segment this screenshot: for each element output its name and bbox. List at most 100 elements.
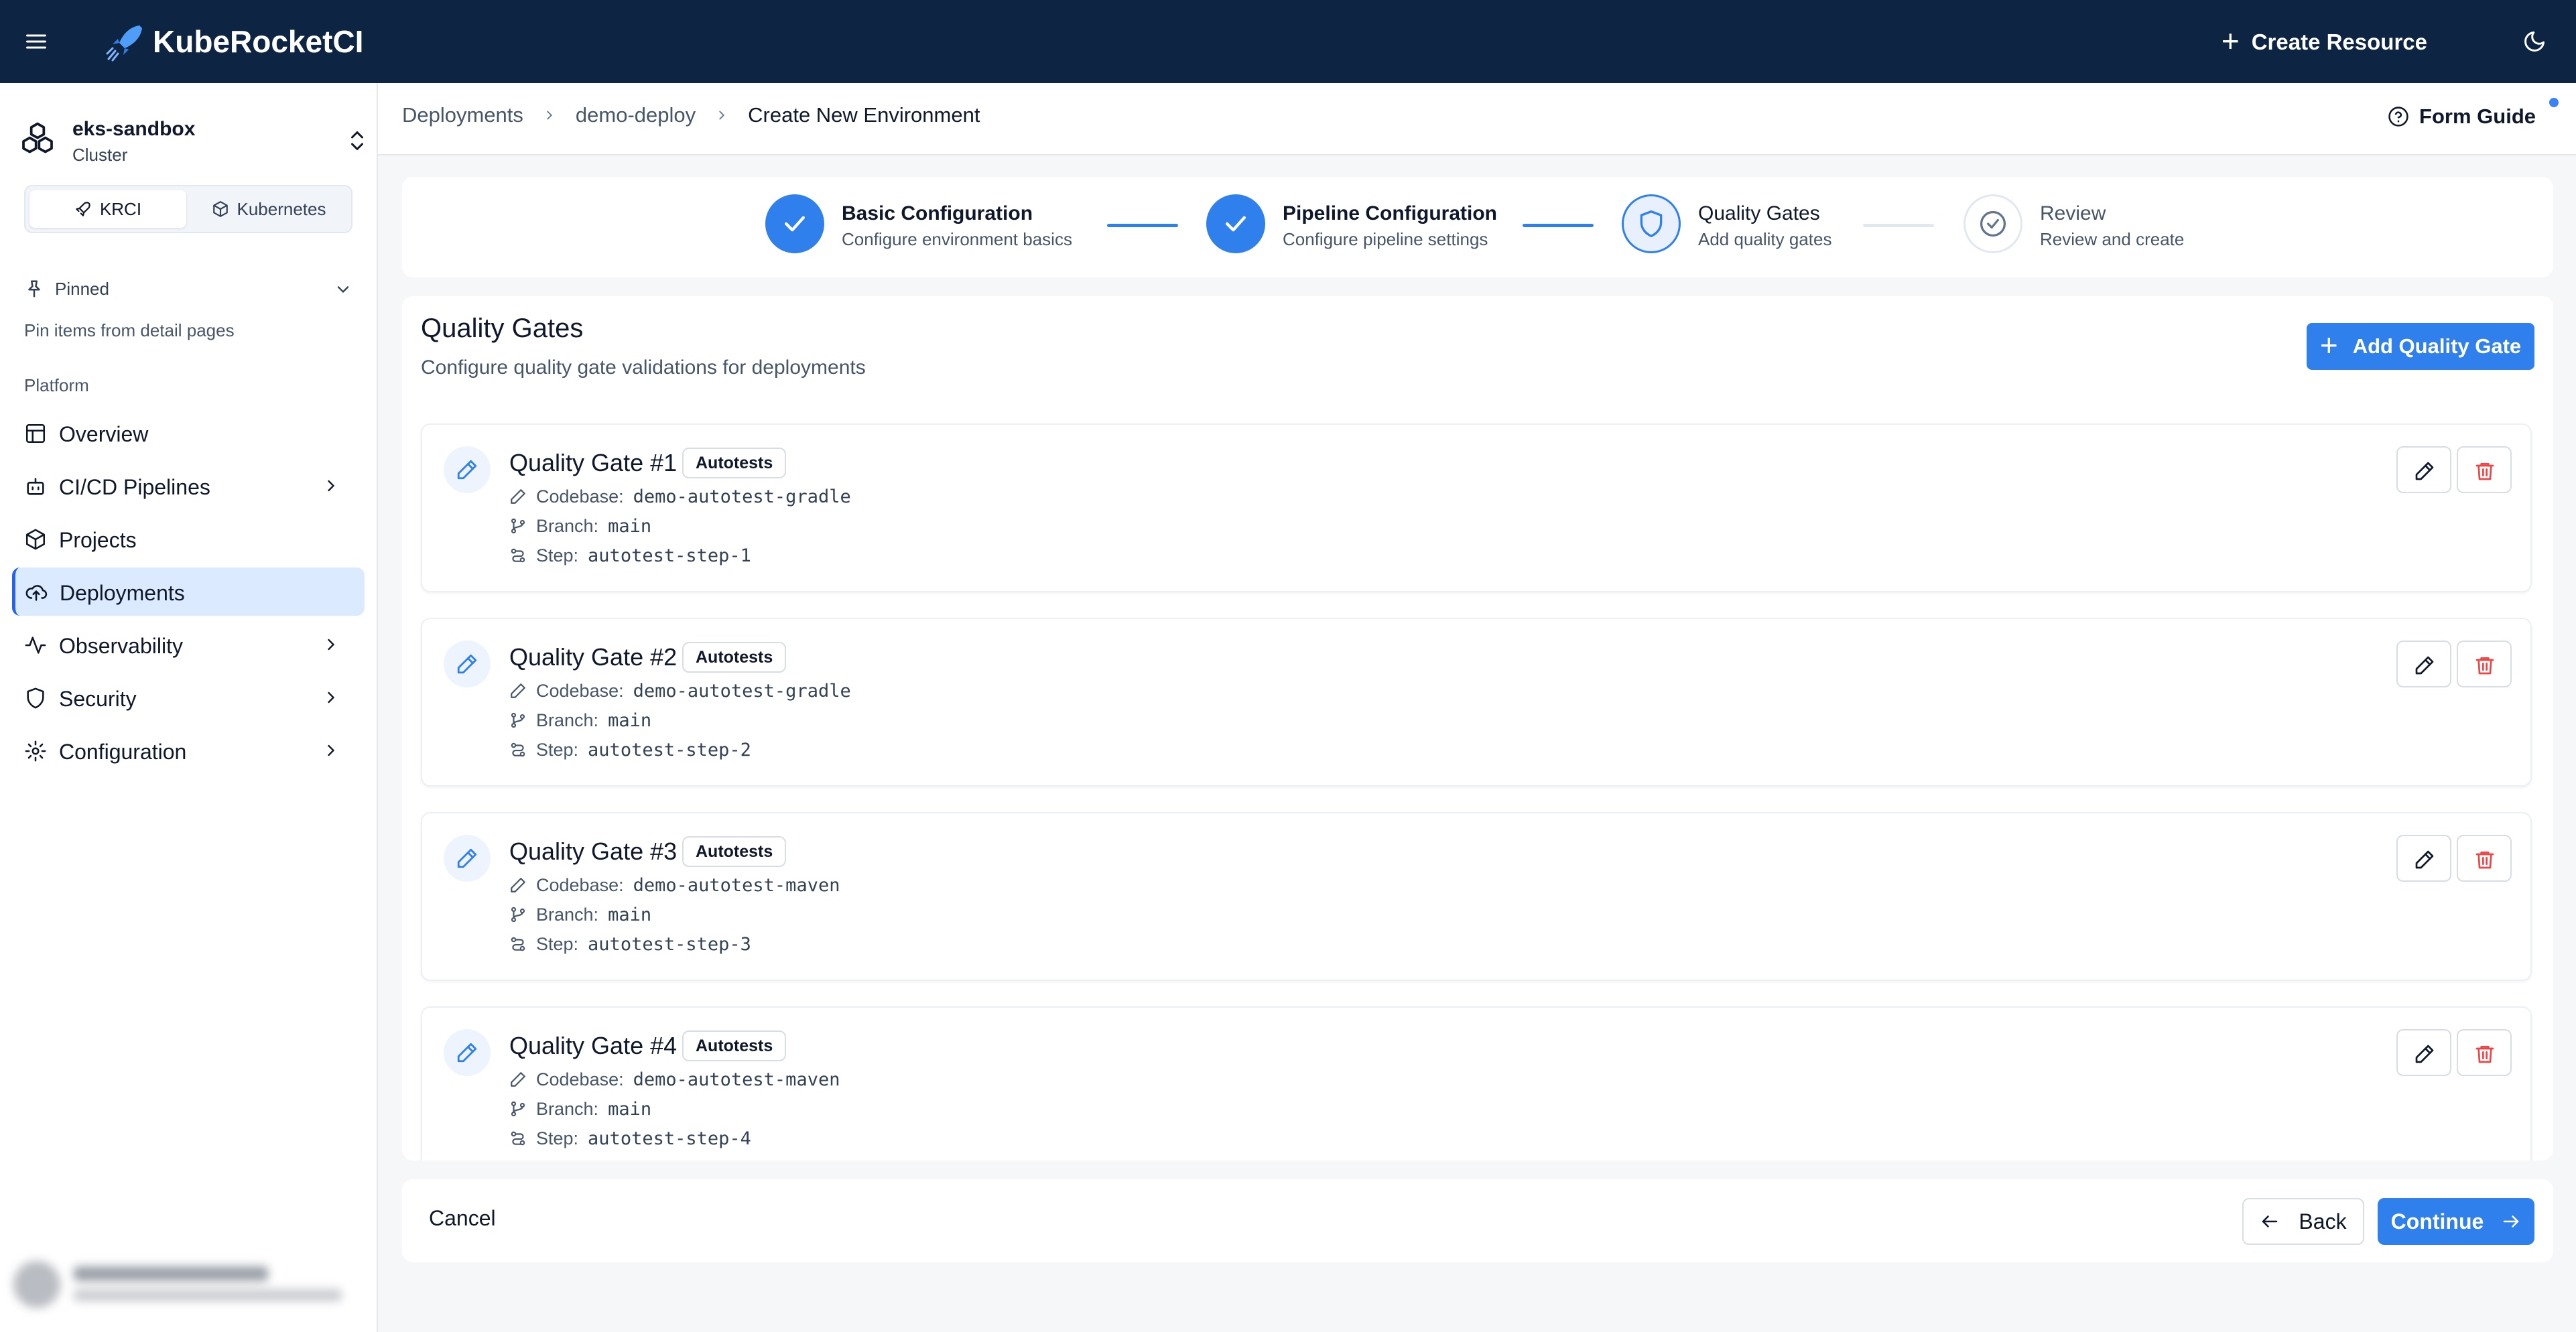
- add-quality-gate-button[interactable]: + Add Quality Gate: [2307, 323, 2534, 370]
- pencil-icon: [2415, 656, 2434, 675]
- cluster-icon: [22, 122, 53, 153]
- route-icon: [511, 937, 525, 951]
- edit-gate-button[interactable]: [2396, 446, 2451, 493]
- delete-gate-button[interactable]: [2457, 835, 2512, 882]
- step-circle: [1963, 194, 2022, 253]
- delete-gate-button[interactable]: [2457, 1029, 2512, 1076]
- cloud-upload-icon: [25, 585, 48, 601]
- mode-option-krci[interactable]: KRCI: [29, 190, 186, 228]
- step-connector: [1523, 224, 1594, 227]
- pinned-hint: Pin items from detail pages: [24, 320, 235, 340]
- delete-gate-button[interactable]: [2457, 641, 2512, 687]
- check-icon: [1225, 216, 1246, 232]
- step-subtitle: Add quality gates: [1698, 229, 1832, 249]
- step-circle: [1622, 194, 1681, 253]
- pencil-icon: [457, 848, 477, 868]
- continue-button[interactable]: Continue: [2378, 1198, 2534, 1245]
- git-branch-icon: [511, 1101, 525, 1117]
- pencil-icon: [457, 460, 477, 480]
- shield-icon: [1640, 210, 1663, 237]
- pinned-toggle[interactable]: Pinned: [24, 276, 352, 303]
- main-content: Deployments demo-deploy Create New Envir…: [378, 83, 2576, 1332]
- sidebar-item-overview[interactable]: Overview: [12, 409, 365, 457]
- quality-gate-card: Quality Gate #1 Autotests Codebase: demo…: [421, 423, 2532, 592]
- arrow-right-icon: [2504, 1215, 2519, 1227]
- gate-type-badge-icon: [444, 835, 491, 882]
- sidebar-item-projects[interactable]: Projects: [12, 515, 365, 563]
- breadcrumb-bar: Deployments demo-deploy Create New Envir…: [378, 83, 2576, 155]
- branch-value: main: [608, 904, 652, 925]
- continue-label: Continue: [2390, 1209, 2484, 1234]
- gate-codebase-row: Codebase: demo-autotest-maven: [509, 874, 840, 896]
- wizard-stepper: Basic Configuration Configure environmen…: [402, 177, 2553, 277]
- cancel-button[interactable]: Cancel: [429, 1206, 496, 1231]
- cluster-selector[interactable]: eks-sandbox Cluster: [19, 107, 367, 168]
- chevron-right-icon: [328, 691, 335, 704]
- step-label: Step:: [536, 933, 579, 954]
- delete-gate-button[interactable]: [2457, 446, 2512, 493]
- form-guide-label: Form Guide: [2419, 105, 2536, 128]
- create-resource-button[interactable]: + Create Resource: [2221, 25, 2427, 59]
- nav-section-label: Platform: [24, 375, 89, 395]
- sidebar-item-deployments[interactable]: Deployments: [12, 568, 365, 616]
- notification-dot: [2549, 98, 2559, 107]
- breadcrumb-demo-deploy[interactable]: demo-deploy: [576, 103, 696, 127]
- top-bar: KubeRocketCI + Create Resource: [0, 0, 2576, 83]
- sidebar-item-label: CI/CD Pipelines: [59, 475, 210, 499]
- moon-icon[interactable]: [2522, 29, 2547, 54]
- activity-icon: [25, 637, 46, 654]
- sidebar-item-observability[interactable]: Observability: [12, 620, 365, 669]
- back-button[interactable]: Back: [2242, 1198, 2364, 1245]
- edit-gate-button[interactable]: [2396, 835, 2451, 882]
- wizard-footer: Cancel Back Continue: [402, 1179, 2553, 1262]
- layout-icon: [25, 423, 46, 444]
- gate-codebase-row: Codebase: demo-autotest-gradle: [509, 679, 851, 702]
- mode-option-label: KRCI: [99, 198, 142, 219]
- gate-type-badge: Autotests: [682, 642, 787, 673]
- edit-gate-button[interactable]: [2396, 1029, 2451, 1076]
- git-branch-icon: [511, 518, 525, 534]
- gate-name: Quality Gate #4: [509, 1032, 678, 1059]
- chevron-right-icon: [547, 111, 552, 120]
- sidebar-item-cicd-pipelines[interactable]: CI/CD Pipelines: [12, 462, 365, 510]
- quality-gate-card: Quality Gate #4 Autotests Codebase: demo…: [421, 1006, 2532, 1160]
- step-value: autotest-step-1: [588, 545, 751, 566]
- breadcrumb-deployments[interactable]: Deployments: [402, 103, 523, 127]
- form-guide-button[interactable]: Form Guide: [2387, 98, 2559, 129]
- cube-icon: [212, 201, 228, 217]
- gate-codebase-row: Codebase: demo-autotest-gradle: [509, 485, 851, 508]
- step-title: Quality Gates: [1698, 202, 1820, 224]
- gate-branch-row: Branch: main: [509, 515, 651, 537]
- sidebar-item-label: Deployments: [60, 581, 185, 605]
- cluster-name: eks-sandbox: [72, 118, 196, 140]
- step-title: Basic Configuration: [842, 202, 1033, 224]
- chevron-right-icon: [328, 480, 335, 492]
- pencil-icon: [511, 489, 525, 504]
- edit-gate-button[interactable]: [2396, 641, 2451, 687]
- sidebar-item-security[interactable]: Security: [12, 673, 365, 722]
- brand-name[interactable]: KubeRocketCI: [153, 20, 363, 63]
- branch-value: main: [608, 710, 652, 731]
- pin-icon: [28, 280, 40, 297]
- step-connector: [1863, 224, 1934, 227]
- mode-option-kubernetes[interactable]: Kubernetes: [190, 190, 347, 228]
- codebase-label: Codebase:: [536, 1069, 624, 1089]
- branch-value: main: [608, 1098, 652, 1120]
- sidebar: eks-sandbox Cluster KRCI Kubernetes Pinn…: [0, 83, 378, 1332]
- gate-step-row: Step: autotest-step-4: [509, 1127, 751, 1150]
- gate-name: Quality Gate #3: [509, 838, 678, 865]
- step-value: autotest-step-4: [588, 1128, 751, 1149]
- box-icon: [25, 529, 46, 550]
- rocket-logo-icon[interactable]: [105, 20, 147, 63]
- step-value: autotest-step-3: [588, 933, 751, 955]
- plus-icon: +: [2319, 328, 2338, 362]
- sidebar-item-configuration[interactable]: Configuration: [12, 726, 365, 775]
- trash-icon: [2475, 657, 2494, 675]
- gear-icon: [25, 740, 46, 762]
- breadcrumb-current: Create New Environment: [748, 103, 980, 127]
- menu-icon[interactable]: [24, 29, 48, 54]
- pencil-icon: [511, 683, 525, 698]
- gate-type-badge: Autotests: [682, 836, 787, 867]
- bot-icon: [27, 478, 44, 495]
- user-profile[interactable]: [9, 1252, 365, 1312]
